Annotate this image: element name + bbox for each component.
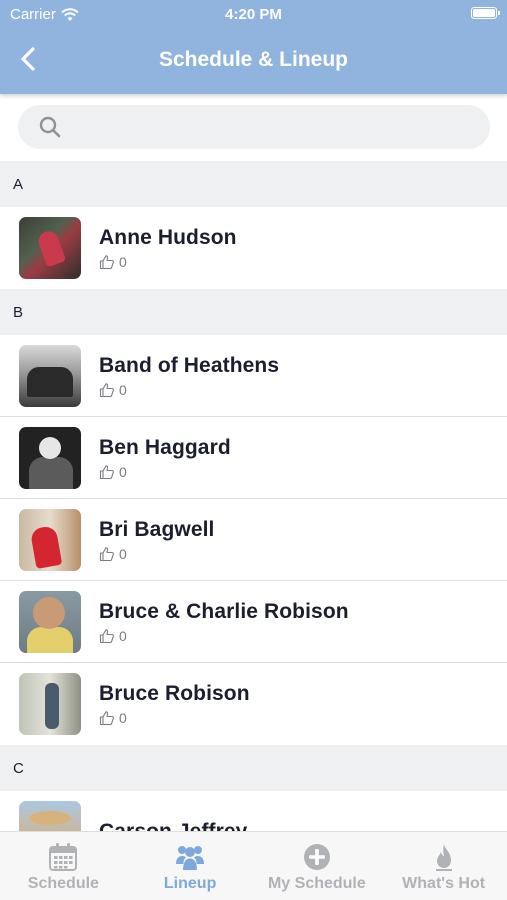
tab-label: Lineup — [163, 875, 217, 892]
tab-whats-hot[interactable]: What's Hot — [380, 832, 507, 900]
artist-row-bruce-robison[interactable]: Bruce Robison 0 — [0, 663, 507, 745]
like-count-value: 0 — [119, 627, 127, 644]
artist-photo — [19, 426, 81, 489]
tab-label: What's Hot — [402, 875, 486, 892]
artist-name: Anne Hudson — [99, 226, 237, 249]
plus-circle-icon — [303, 844, 330, 870]
tab-label: Schedule — [27, 875, 99, 892]
thumbs-up-icon — [99, 628, 114, 643]
artist-name: Bruce Robison — [99, 682, 250, 705]
people-icon — [176, 846, 205, 870]
section-header-c: C — [0, 745, 507, 791]
artist-row-carson-jeffrey[interactable]: Carson Jeffrey — [0, 791, 507, 831]
artist-row-bruce-charlie-robison[interactable]: Bruce & Charlie Robison 0 — [0, 581, 507, 663]
search-area — [0, 94, 507, 161]
artist-name: Band of Heathens — [99, 353, 280, 377]
like-count[interactable]: 0 — [99, 628, 349, 644]
artist-row-band-of-heathens[interactable]: Band of Heathens 0 — [0, 335, 507, 417]
page-title: Schedule & Lineup — [158, 48, 349, 71]
like-count[interactable]: 0 — [99, 464, 231, 480]
status-bar: Carrier 4:20 PM — [0, 0, 507, 28]
artist-row-ben-haggard[interactable]: Ben Haggard 0 — [0, 417, 507, 499]
tab-label: My Schedule — [267, 875, 366, 892]
like-count-value: 0 — [119, 381, 127, 398]
artist-row-anne-hudson[interactable]: Anne Hudson 0 — [0, 207, 507, 289]
flame-icon — [435, 844, 452, 871]
tab-schedule[interactable]: Schedule — [0, 832, 127, 900]
like-count-value: 0 — [119, 254, 127, 270]
calendar-icon — [49, 843, 78, 871]
section-header-b: B — [0, 289, 507, 335]
tab-bar: Schedule Lineup My Schedule What's Hot — [0, 831, 507, 900]
artist-photo — [19, 590, 81, 653]
like-count[interactable]: 0 — [99, 254, 237, 270]
battery-icon — [471, 7, 500, 19]
search-icon — [39, 116, 61, 138]
header: Carrier 4:20 PM Schedule & Lineup — [0, 0, 507, 94]
thumbs-up-icon — [99, 382, 114, 397]
section-header-a: A — [0, 161, 507, 207]
artist-name: Bri Bagwell — [99, 517, 215, 541]
like-count-value: 0 — [119, 710, 127, 726]
like-count[interactable]: 0 — [99, 710, 250, 726]
tab-lineup[interactable]: Lineup — [127, 832, 254, 900]
artist-photo — [19, 217, 81, 279]
artist-photo — [19, 801, 81, 831]
artist-row-bri-bagwell[interactable]: Bri Bagwell 0 — [0, 499, 507, 581]
like-count[interactable]: 0 — [99, 382, 279, 398]
like-count-value: 0 — [119, 463, 127, 480]
artist-name: Ben Haggard — [99, 435, 231, 459]
thumbs-up-icon — [99, 464, 114, 479]
artist-name: Bruce & Charlie Robison — [99, 599, 349, 623]
artist-name: Carson Jeffrey — [99, 820, 247, 831]
thumbs-up-icon — [99, 546, 114, 561]
search-input[interactable] — [72, 117, 490, 137]
like-count-value: 0 — [119, 545, 127, 562]
tab-my-schedule[interactable]: My Schedule — [254, 832, 381, 900]
navigation-bar: Schedule & Lineup — [0, 28, 507, 94]
status-time: 4:20 PM — [225, 6, 282, 23]
lineup-list[interactable]: A Anne Hudson 0 B Band of Heathens 0 Ben… — [0, 161, 507, 831]
artist-photo — [19, 344, 81, 407]
thumbs-up-icon — [99, 255, 114, 270]
thumbs-up-icon — [99, 711, 114, 726]
search-bar[interactable] — [18, 105, 490, 149]
artist-photo — [19, 508, 81, 571]
like-count[interactable]: 0 — [99, 546, 214, 562]
artist-photo — [19, 673, 81, 735]
